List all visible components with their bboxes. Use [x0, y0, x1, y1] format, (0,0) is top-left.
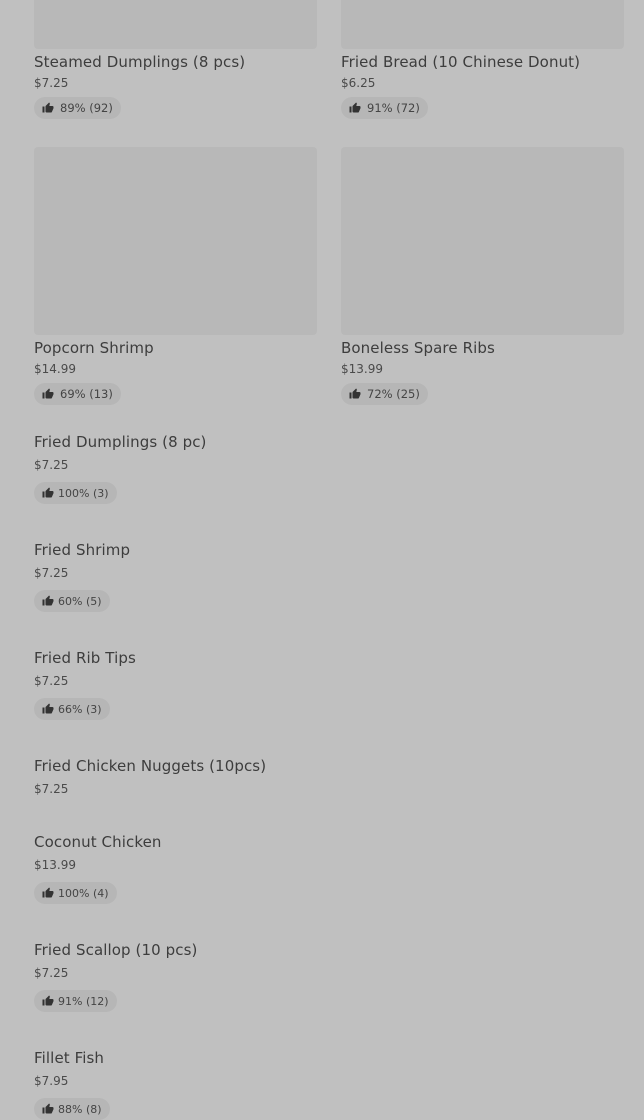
rating-badge: 88% (8) [34, 1098, 110, 1120]
rating-text: 100% (4) [58, 886, 109, 900]
menu-item-name: Fried Dumplings (8 pc) [34, 433, 207, 451]
rating-text: 91% (12) [58, 994, 109, 1008]
menu-item-price: $7.25 [34, 76, 69, 90]
thumbs-up-icon [42, 703, 54, 715]
rating-badge: 89% (92) [34, 97, 121, 119]
menu-item-price: $7.25 [34, 674, 69, 688]
menu-list-item[interactable]: Coconut Chicken $13.99 100% (4) [34, 832, 614, 904]
thumbs-up-icon [42, 487, 54, 499]
menu-item-name: Fillet Fish [34, 1049, 105, 1067]
rating-text: 100% (3) [58, 486, 109, 500]
menu-item-name: Boneless Spare Ribs [341, 339, 495, 357]
menu-list-item[interactable]: Fried Dumplings (8 pc) $7.25 100% (3) [34, 432, 614, 504]
menu-item-image [341, 147, 624, 335]
menu-item-price: $7.25 [34, 782, 69, 796]
menu-list-item[interactable]: Fried Scallop (10 pcs) $7.25 91% (12) [34, 940, 614, 1012]
menu-item-name: Fried Chicken Nuggets (10pcs) [34, 757, 267, 775]
menu-item-price: $7.25 [34, 966, 69, 980]
rating-badge: 91% (12) [34, 990, 117, 1012]
rating-badge: 69% (13) [34, 383, 121, 405]
menu-item-name: Fried Shrimp [34, 541, 131, 559]
thumbs-up-icon [349, 102, 361, 114]
menu-list-item[interactable]: Fillet Fish $7.95 88% (8) [34, 1048, 614, 1120]
menu-item-name: Fried Rib Tips [34, 649, 136, 667]
rating-badge: 60% (5) [34, 590, 110, 612]
rating-text: 60% (5) [58, 594, 102, 608]
menu-item-card[interactable]: Steamed Dumplings (8 pcs) $7.25 89% (92) [34, 0, 317, 119]
rating-text: 72% (25) [367, 387, 420, 401]
rating-badge: 72% (25) [341, 383, 428, 405]
menu-item-price: $13.99 [341, 362, 383, 376]
menu-item-price: $13.99 [34, 858, 76, 872]
rating-text: 88% (8) [58, 1102, 102, 1116]
menu-list-item[interactable]: Fried Chicken Nuggets (10pcs) $7.25 [34, 756, 614, 797]
rating-badge: 66% (3) [34, 698, 110, 720]
menu-item-image [341, 0, 624, 49]
thumbs-up-icon [42, 102, 54, 114]
thumbs-up-icon [42, 887, 54, 899]
thumbs-up-icon [42, 1103, 54, 1115]
menu-item-price: $7.25 [34, 566, 69, 580]
rating-text: 66% (3) [58, 702, 102, 716]
menu-item-price: $14.99 [34, 362, 76, 376]
menu-item-name: Popcorn Shrimp [34, 339, 154, 357]
menu-item-card[interactable]: Popcorn Shrimp $14.99 69% (13) [34, 147, 317, 405]
menu-item-name: Coconut Chicken [34, 833, 162, 851]
rating-badge: 100% (3) [34, 482, 117, 504]
rating-text: 69% (13) [60, 387, 113, 401]
rating-badge: 100% (4) [34, 882, 117, 904]
thumbs-up-icon [349, 388, 361, 400]
menu-item-image [34, 147, 317, 335]
menu-item-price: $6.25 [341, 76, 376, 90]
menu-item-name: Fried Scallop (10 pcs) [34, 941, 198, 959]
thumbs-up-icon [42, 995, 54, 1007]
menu-item-name: Steamed Dumplings (8 pcs) [34, 53, 246, 71]
menu-list-item[interactable]: Fried Rib Tips $7.25 66% (3) [34, 648, 614, 720]
menu-item-card[interactable]: Boneless Spare Ribs $13.99 72% (25) [341, 147, 624, 405]
menu-item-card[interactable]: Fried Bread (10 Chinese Donut) $6.25 91%… [341, 0, 624, 119]
rating-badge: 91% (72) [341, 97, 428, 119]
thumbs-up-icon [42, 595, 54, 607]
menu-list-item[interactable]: Fried Shrimp $7.25 60% (5) [34, 540, 614, 612]
menu-item-image [34, 0, 317, 49]
rating-text: 91% (72) [367, 101, 420, 115]
thumbs-up-icon [42, 388, 54, 400]
menu-item-price: $7.95 [34, 1074, 69, 1088]
menu-item-name: Fried Bread (10 Chinese Donut) [341, 53, 581, 71]
menu-item-price: $7.25 [34, 458, 69, 472]
rating-text: 89% (92) [60, 101, 113, 115]
